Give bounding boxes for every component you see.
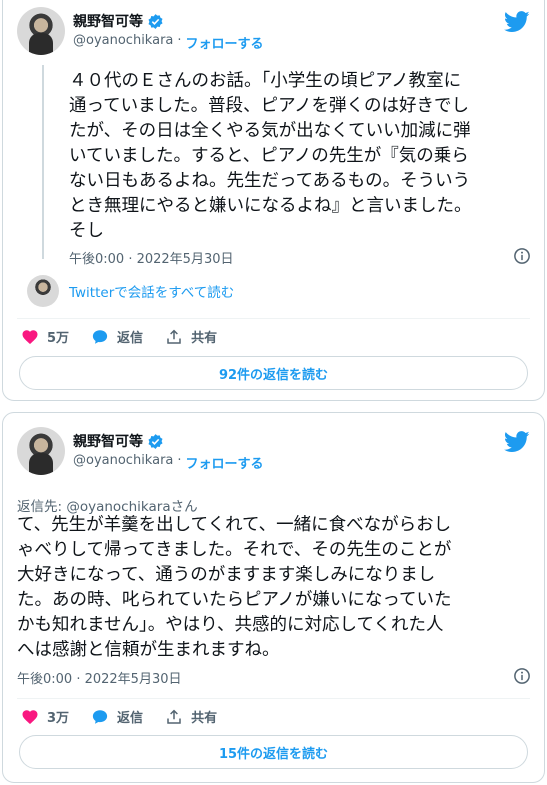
tweet-actions: 3万 返信 共有	[21, 707, 217, 726]
like-count: 5万	[47, 331, 70, 346]
share-label: 共有	[191, 331, 218, 346]
thread-line	[42, 65, 44, 259]
like-count: 3万	[47, 711, 70, 726]
share-button[interactable]: 共有	[165, 327, 217, 346]
author-name[interactable]: 親野智可等	[73, 431, 143, 451]
share-button[interactable]: 共有	[165, 707, 217, 726]
heart-icon	[22, 709, 38, 724]
separator: ·	[177, 33, 182, 48]
info-icon[interactable]	[513, 247, 531, 265]
divider	[17, 318, 530, 319]
avatar[interactable]	[17, 427, 65, 475]
like-button[interactable]: 3万	[21, 707, 69, 726]
separator: ·	[177, 453, 182, 468]
tweet-card: 親野智可等 @oyanochikara · フォローする 返信先: @oyano…	[2, 412, 545, 783]
reply-to-line: 返信先: @oyanochikaraさん	[17, 495, 198, 515]
heart-icon	[22, 329, 38, 344]
share-icon	[167, 329, 181, 344]
tweet-card: 親野智可等 @oyanochikara · フォローする ４０代のＥさんのお話。…	[2, 0, 545, 401]
handle-row: @oyanochikara · フォローする	[73, 453, 264, 472]
handle-row: @oyanochikara · フォローする	[73, 33, 264, 52]
author-name[interactable]: 親野智可等	[73, 11, 143, 31]
reply-button[interactable]: 返信	[91, 707, 143, 726]
author-handle[interactable]: @oyanochikara	[73, 453, 173, 472]
reply-label: 返信	[117, 711, 144, 726]
share-label: 共有	[191, 711, 218, 726]
avatar	[27, 275, 59, 307]
verified-badge-icon	[148, 433, 163, 449]
verified-badge-icon	[148, 13, 163, 29]
speech-bubble-icon	[92, 329, 108, 344]
read-replies-button[interactable]: 92件の返信を読む	[19, 356, 528, 390]
follow-button[interactable]: フォローする	[186, 453, 264, 472]
tweet-timestamp[interactable]: 午後0:00 · 2022年5月30日	[69, 248, 234, 267]
reply-button[interactable]: 返信	[91, 327, 143, 346]
like-button[interactable]: 5万	[21, 327, 69, 346]
tweet-text: ４０代のＥさんのお話。「小学生の頃ピアノ教室に 通っていました。普段、ピアノを弾…	[69, 71, 472, 241]
tweet-text: て、先生が羊羹を出してくれて、一緒に食べながらおし ゃべりして帰ってきました。そ…	[17, 515, 452, 660]
tweet-header: 親野智可等 @oyanochikara · フォローする	[17, 427, 530, 479]
twitter-bird-icon[interactable]	[504, 431, 530, 453]
info-icon[interactable]	[513, 667, 531, 685]
tweet-header: 親野智可等 @oyanochikara · フォローする	[17, 7, 530, 59]
tweet-actions: 5万 返信 共有	[21, 327, 217, 346]
follow-button[interactable]: フォローする	[186, 33, 264, 52]
twitter-bird-icon[interactable]	[504, 11, 530, 33]
share-icon	[167, 709, 181, 724]
read-conversation-link[interactable]: Twitterで会話をすべて読む	[69, 281, 234, 301]
divider	[17, 698, 530, 699]
tweet-timestamp[interactable]: 午後0:00 · 2022年5月30日	[17, 668, 182, 687]
author-handle[interactable]: @oyanochikara	[73, 33, 173, 52]
reply-label: 返信	[117, 331, 144, 346]
avatar[interactable]	[17, 7, 65, 55]
author-row: 親野智可等	[73, 431, 164, 451]
author-row: 親野智可等	[73, 11, 164, 31]
read-replies-button[interactable]: 15件の返信を読む	[19, 735, 528, 769]
speech-bubble-icon	[92, 709, 108, 724]
conversation-row[interactable]: Twitterで会話をすべて読む	[27, 275, 234, 307]
